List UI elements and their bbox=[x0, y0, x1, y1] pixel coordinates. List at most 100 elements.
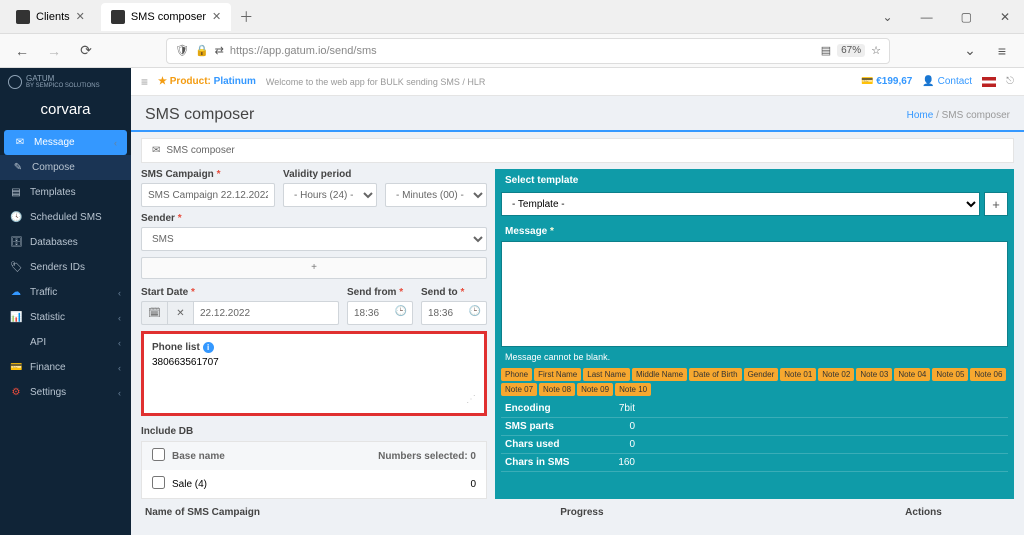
pocket-icon[interactable]: ⌄ bbox=[958, 42, 982, 59]
chevron-left-icon: ‹ bbox=[118, 313, 121, 323]
phone-list-textarea[interactable]: 380663561707 bbox=[152, 353, 476, 399]
start-date-input[interactable] bbox=[193, 301, 339, 325]
sidebar-item-statistic[interactable]: 📊Statistic‹ bbox=[0, 305, 131, 330]
add-template-button[interactable]: + bbox=[984, 192, 1008, 216]
envelope-icon: ✉ bbox=[152, 145, 160, 156]
tag-middle-name[interactable]: Middle Name bbox=[632, 368, 687, 381]
placeholder-tags: PhoneFirst NameLast NameMiddle NameDate … bbox=[495, 364, 1014, 400]
topbar: ≡ ★ Product: Platinum Welcome to the web… bbox=[131, 68, 1024, 96]
message-textarea[interactable] bbox=[501, 241, 1008, 347]
add-sender-button[interactable]: + bbox=[141, 257, 487, 279]
db-table: Base name Numbers selected: 0 Sale (4) 0 bbox=[141, 441, 487, 499]
maximize-icon[interactable]: ▢ bbox=[961, 10, 972, 24]
validity-hours-select[interactable]: - Hours (24) - bbox=[283, 183, 377, 207]
message-error: Message cannot be blank. bbox=[495, 350, 1014, 364]
reload-button[interactable]: ⟳ bbox=[74, 42, 98, 59]
info-icon[interactable]: i bbox=[203, 342, 214, 353]
logout-icon[interactable]: ⎋ bbox=[1006, 76, 1014, 87]
nav-icon: ✎ bbox=[12, 162, 24, 173]
nav-icon: ▤ bbox=[10, 187, 22, 198]
db-select-all-checkbox[interactable] bbox=[152, 448, 165, 461]
calendar-icon[interactable]: 🗓 bbox=[141, 301, 167, 325]
flag-icon[interactable] bbox=[982, 77, 996, 87]
brand-small: GATUM BY SEMPICO SOLUTIONS bbox=[0, 68, 131, 95]
tag-note-10[interactable]: Note 10 bbox=[615, 383, 651, 396]
new-tab-button[interactable]: ＋ bbox=[239, 7, 253, 27]
stat-row: Encoding7bit bbox=[501, 400, 1008, 418]
back-button[interactable]: ← bbox=[10, 43, 34, 59]
tag-note-08[interactable]: Note 08 bbox=[539, 383, 575, 396]
tag-last-name[interactable]: Last Name bbox=[583, 368, 630, 381]
validity-minutes-select[interactable]: - Minutes (00) - bbox=[385, 183, 487, 207]
sidebar-item-senders-ids[interactable]: 🏷Senders IDs bbox=[0, 255, 131, 280]
tab-clients[interactable]: Clients ✕ bbox=[6, 3, 95, 31]
close-icon[interactable]: ✕ bbox=[212, 10, 221, 23]
tag-date-of-birth[interactable]: Date of Birth bbox=[689, 368, 741, 381]
tab-sms-composer[interactable]: SMS composer ✕ bbox=[101, 3, 231, 31]
crumb-home[interactable]: Home bbox=[907, 110, 934, 121]
minimize-icon[interactable]: — bbox=[921, 10, 933, 24]
nav-icon: ✉ bbox=[14, 137, 26, 148]
tag-phone[interactable]: Phone bbox=[501, 368, 532, 381]
campaign-input[interactable] bbox=[141, 183, 275, 207]
panel-header: ✉ SMS composer bbox=[141, 138, 1014, 163]
product-label: ★ Product: Platinum bbox=[158, 76, 256, 87]
forward-button[interactable]: → bbox=[42, 43, 66, 59]
nav-icon: 🕓 bbox=[10, 212, 22, 223]
nav-icon: 📊 bbox=[10, 312, 22, 323]
tag-note-07[interactable]: Note 07 bbox=[501, 383, 537, 396]
contact-link[interactable]: 👤 Contact bbox=[922, 76, 972, 87]
reader-icon[interactable]: ▤ bbox=[821, 44, 831, 57]
zoom-badge[interactable]: 67% bbox=[837, 44, 865, 57]
bookmark-icon[interactable]: ☆ bbox=[871, 44, 881, 57]
start-date-label: Start Date * bbox=[141, 287, 339, 298]
include-db-label: Include DB bbox=[141, 426, 193, 437]
permissions-icon: ⇄ bbox=[215, 44, 224, 57]
tag-gender[interactable]: Gender bbox=[744, 368, 779, 381]
sidebar-item-message[interactable]: ✉Message‹ bbox=[4, 130, 127, 155]
chevron-left-icon: ‹ bbox=[118, 363, 121, 373]
stat-row: Chars used0 bbox=[501, 436, 1008, 454]
sidebar-item-scheduled-sms[interactable]: 🕓Scheduled SMS bbox=[0, 205, 131, 230]
sidebar-item-templates[interactable]: ▤Templates bbox=[0, 180, 131, 205]
url-bar[interactable]: 🛡 🔒 ⇄ https://app.gatum.io/send/sms ▤ 67… bbox=[166, 38, 890, 64]
db-col-selected: Numbers selected: 0 bbox=[356, 451, 476, 462]
tag-first-name[interactable]: First Name bbox=[534, 368, 581, 381]
sidebar-item-settings[interactable]: ⚙Settings‹ bbox=[0, 380, 131, 405]
sidebar-item-databases[interactable]: 🗄Databases bbox=[0, 230, 131, 255]
sender-label: Sender * bbox=[141, 213, 487, 224]
sidebar-item-finance[interactable]: 💳Finance‹ bbox=[0, 355, 131, 380]
tag-note-05[interactable]: Note 05 bbox=[932, 368, 968, 381]
sidebar-item-api[interactable]: API‹ bbox=[0, 330, 131, 355]
page-header: SMS composer Home / SMS composer bbox=[131, 96, 1024, 130]
template-select[interactable]: - Template - bbox=[501, 192, 980, 216]
close-window-icon[interactable]: ✕ bbox=[1000, 10, 1010, 24]
sidebar-item-compose[interactable]: ✎Compose bbox=[0, 155, 131, 180]
tag-note-04[interactable]: Note 04 bbox=[894, 368, 930, 381]
chevron-left-icon: ‹ bbox=[114, 138, 117, 148]
sidebar-item-traffic[interactable]: ☁Traffic‹ bbox=[0, 280, 131, 305]
tag-note-01[interactable]: Note 01 bbox=[780, 368, 816, 381]
browser-navbar: ← → ⟳ 🛡 🔒 ⇄ https://app.gatum.io/send/sm… bbox=[0, 34, 1024, 68]
tag-note-09[interactable]: Note 09 bbox=[577, 383, 613, 396]
hamburger-icon[interactable]: ≡ bbox=[141, 75, 148, 89]
table-row[interactable]: Sale (4) 0 bbox=[142, 470, 486, 498]
close-icon[interactable]: ✕ bbox=[76, 10, 85, 23]
chevron-down-icon[interactable]: ⌄ bbox=[883, 10, 893, 24]
tag-note-06[interactable]: Note 06 bbox=[970, 368, 1006, 381]
campaign-label: SMS Campaign * bbox=[141, 169, 275, 180]
credit-badge[interactable]: 💳 €199,67 bbox=[861, 76, 912, 87]
message-stats: Encoding7bitSMS parts0Chars used0Chars i… bbox=[495, 400, 1014, 478]
tag-note-02[interactable]: Note 02 bbox=[818, 368, 854, 381]
menu-icon[interactable]: ≡ bbox=[990, 43, 1014, 59]
welcome-text: Welcome to the web app for BULK sending … bbox=[266, 77, 485, 87]
nav-icon: 💳 bbox=[10, 362, 22, 373]
tab-label: SMS composer bbox=[131, 11, 206, 23]
db-row-checkbox[interactable] bbox=[152, 476, 165, 489]
tag-note-03[interactable]: Note 03 bbox=[856, 368, 892, 381]
sender-select[interactable]: SMS bbox=[141, 227, 487, 251]
nav-icon: 🗄 bbox=[10, 237, 22, 248]
clear-date-icon[interactable]: ✕ bbox=[167, 301, 193, 325]
divider bbox=[131, 130, 1024, 132]
favicon bbox=[16, 10, 30, 24]
